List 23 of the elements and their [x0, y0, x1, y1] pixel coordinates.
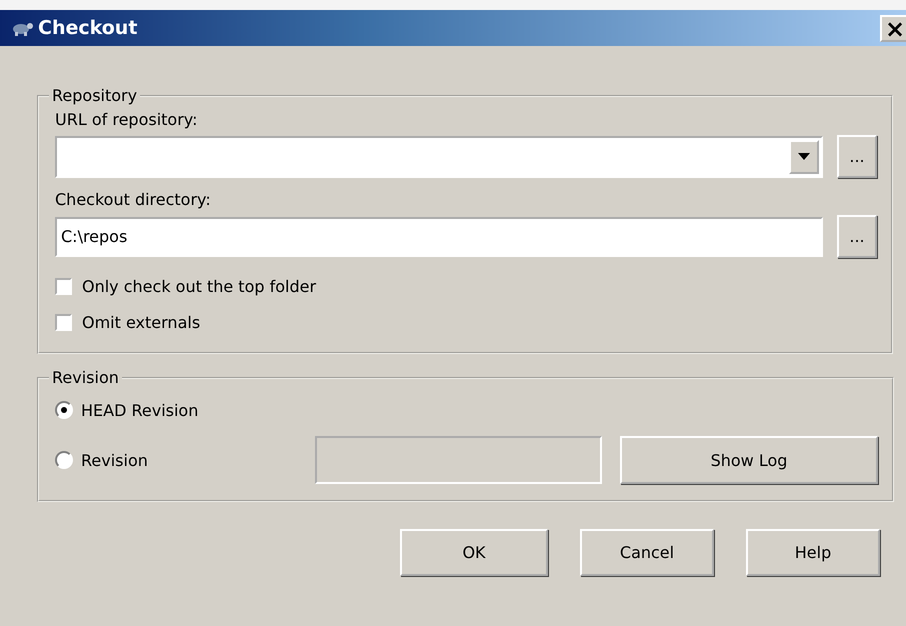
browse-button[interactable]: ...: [837, 215, 877, 258]
dropdown-button[interactable]: [789, 140, 819, 174]
field-label: Checkout directory:: [55, 190, 212, 209]
radio-button[interactable]: [55, 451, 73, 469]
group-title: Repository: [51, 86, 138, 106]
checkbox-label: Omit externals: [82, 312, 200, 332]
close-button[interactable]: ×: [880, 14, 906, 42]
field-label: URL of repository:: [55, 110, 198, 129]
radio-label: HEAD Revision: [81, 400, 198, 420]
dialog-button[interactable]: Cancel: [580, 529, 714, 576]
caret-icon: [798, 153, 810, 160]
directory-field[interactable]: C:\repos: [55, 216, 823, 256]
window-title: Checkout: [38, 17, 138, 39]
radio-label: Revision: [81, 450, 148, 470]
browse-button[interactable]: ...: [837, 135, 877, 178]
checkbox-label: Only check out the top folder: [82, 276, 316, 296]
dialog-button[interactable]: OK: [400, 529, 548, 576]
checkbox[interactable]: [55, 314, 72, 330]
group-title: Revision: [51, 368, 120, 388]
checkbox[interactable]: [55, 278, 72, 294]
radio-button[interactable]: [55, 401, 73, 419]
dialog-button[interactable]: Help: [746, 529, 880, 576]
show-log-button[interactable]: Show Log: [620, 436, 878, 484]
